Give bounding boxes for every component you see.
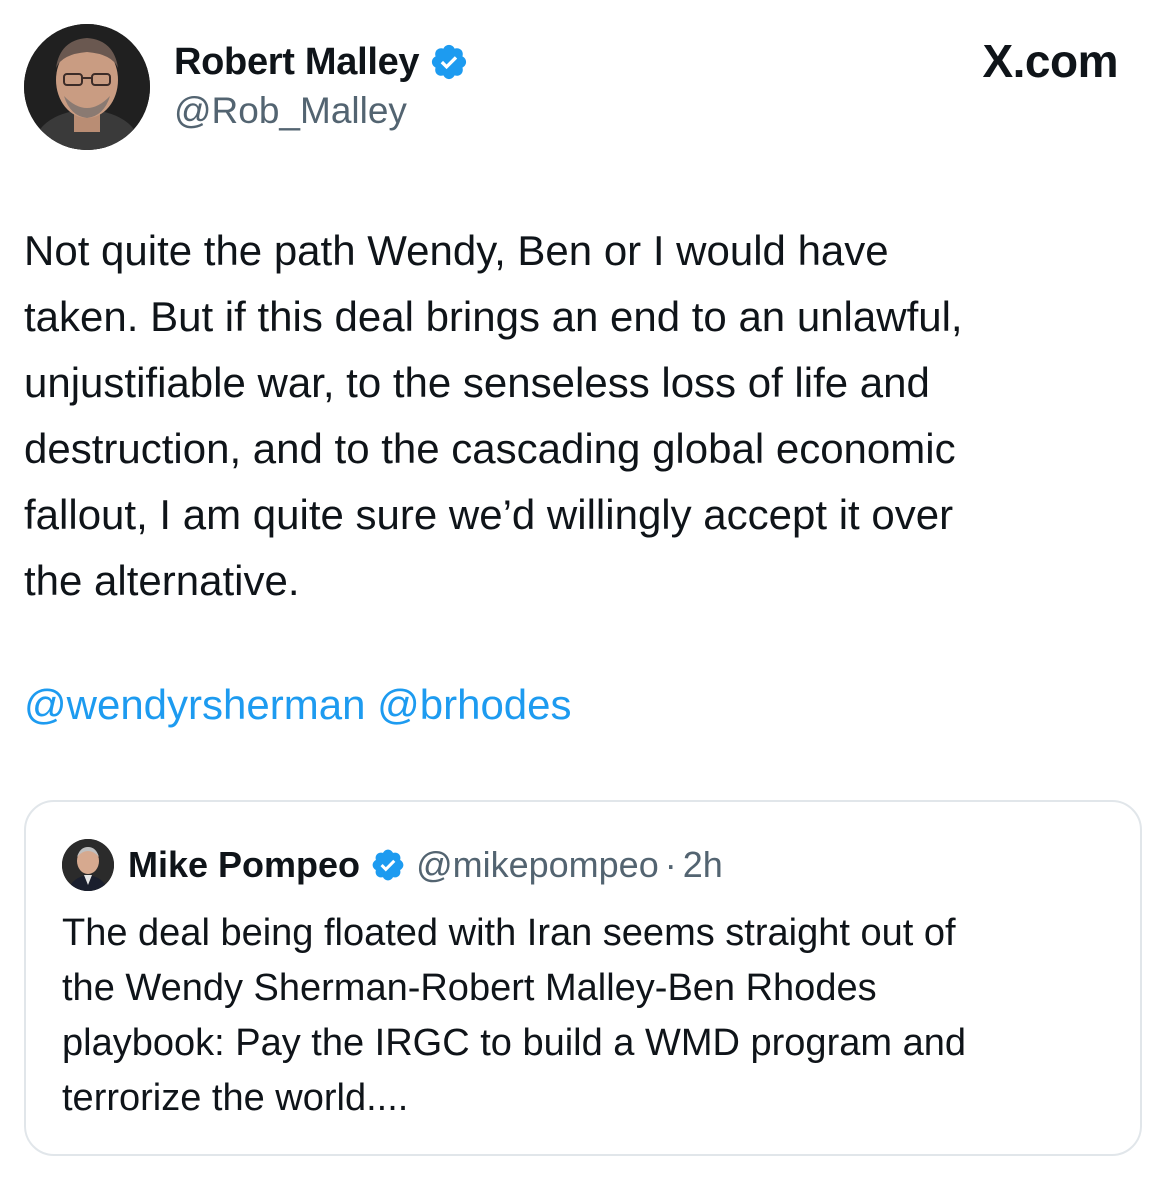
tweet-card: Robert Malley @Rob_Malley X.com Not quit…: [0, 0, 1170, 1200]
x-logo: X.com: [982, 35, 1118, 87]
quoted-tweet-header: Mike Pompeo @mikepompeo · 2h: [62, 838, 723, 892]
author-avatar[interactable]: [24, 24, 150, 150]
quoted-author-handle[interactable]: @mikepompeo: [416, 844, 659, 886]
author-name-row: Robert Malley: [174, 38, 469, 86]
separator-dot: ·: [664, 844, 677, 885]
verified-badge-icon: [429, 42, 469, 82]
portrait-avatar-icon: [24, 24, 150, 150]
quoted-tweet-text: The deal being floated with Iran seems s…: [62, 912, 966, 1119]
mention-link-wendyrsherman[interactable]: @wendyrsherman: [24, 681, 365, 728]
quoted-tweet-timestamp[interactable]: 2h: [683, 844, 723, 886]
quoted-author-name[interactable]: Mike Pompeo: [128, 844, 360, 886]
author-handle[interactable]: @Rob_Malley: [174, 90, 407, 132]
quoted-author-avatar[interactable]: [62, 839, 114, 891]
author-name[interactable]: Robert Malley: [174, 41, 420, 84]
tweet-text: Not quite the path Wendy, Ben or I would…: [24, 227, 963, 604]
verified-badge-icon: [370, 847, 406, 883]
portrait-avatar-icon: [62, 839, 114, 891]
quoted-tweet-card[interactable]: Mike Pompeo @mikepompeo · 2h The deal be…: [24, 800, 1142, 1156]
tweet-mentions: @wendyrsherman @brhodes: [24, 672, 572, 738]
mention-link-brhodes[interactable]: @brhodes: [377, 681, 571, 728]
